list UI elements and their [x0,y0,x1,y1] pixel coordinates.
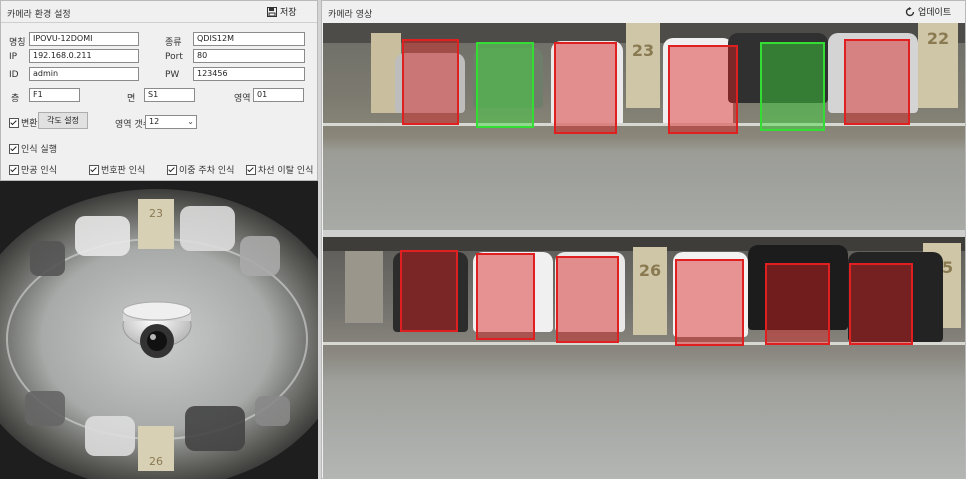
camera-video-panel: 카메라 영상 업데이트 23 22 26 25 [321,0,966,479]
convert-label: 변환 [21,119,38,129]
plate-recognition-checkbox[interactable]: 번호판 인식 [89,163,145,176]
parking-slot-occupied [844,39,910,125]
parking-slot-occupied [476,253,535,340]
settings-title: 카메라 환경 설정 [7,10,71,20]
checkbox-box [9,164,19,175]
settings-divider [1,22,317,23]
parking-slot-occupied [675,259,744,346]
chevron-down-icon: ⌄ [187,117,194,126]
recognition-run-label: 인식 실행 [21,145,57,155]
checkbox-box [9,143,19,154]
checkbox-box [246,164,256,175]
floor-label: 층 [11,94,20,104]
floor-field[interactable]: F1 [29,88,80,102]
update-label: 업데이트 [918,8,952,18]
save-icon [267,6,277,17]
pillar-26: 26 [633,247,667,335]
id-field[interactable]: admin [29,67,139,81]
pillar-23: 23 [626,23,660,108]
side-field[interactable]: S1 [144,88,195,102]
video-bottom-view: 26 25 [323,237,965,479]
checkbox-box [167,164,177,175]
side-label: 면 [127,94,136,104]
view-divider [323,230,965,237]
update-button[interactable]: 업데이트 [905,5,951,18]
double-parking-checkbox[interactable]: 이중 주차 인식 [167,163,234,176]
parking-slot-free [476,42,534,128]
ip-field[interactable]: 192.168.0.211 [29,49,139,63]
area-count-value: 12 [149,117,160,126]
parking-slot-occupied [554,42,617,134]
video-title: 카메라 영상 [328,10,373,20]
lane-departure-checkbox[interactable]: 차선 이탈 인식 [246,163,313,176]
parking-slot-occupied [402,39,459,125]
convert-checkbox[interactable]: 변환 [9,116,38,129]
option-label: 이중 주차 인식 [179,166,235,176]
ip-label: IP [9,52,18,62]
name-label: 명칭 [9,38,26,48]
id-label: ID [9,70,19,80]
parking-slot-occupied [765,263,830,345]
camera-settings-panel: 카메라 환경 설정 저장 명칭 IPOVU-12DOMI 종류 QDIS12M … [0,0,318,181]
type-field[interactable]: QDIS12M [193,32,305,46]
save-label: 저장 [280,8,297,18]
parking-slot-occupied [668,45,738,134]
fisheye-view: 23 26 [0,181,318,479]
checkbox-box [89,164,99,175]
port-field[interactable]: 80 [193,49,305,63]
option-label: 만공 인식 [21,166,57,176]
fisheye-pillar-top: 23 [149,207,163,220]
area-label: 영역 [234,94,251,104]
port-label: Port [165,52,183,62]
fisheye-image: 23 26 [0,181,318,479]
recognition-run-checkbox[interactable]: 인식 실행 [9,142,57,155]
option-label: 차선 이탈 인식 [258,166,314,176]
area-count-select[interactable]: 12 ⌄ [145,115,197,129]
pillar [345,251,383,323]
pw-label: PW [165,70,180,80]
angle-setting-button[interactable]: 각도 설정 [38,112,88,129]
fisheye-pillar-bottom: 26 [149,455,163,468]
refresh-icon [905,6,915,16]
parking-slot-occupied [400,250,458,332]
parking-slot-occupied [556,256,619,343]
pw-field[interactable]: 123456 [193,67,305,81]
video-top-view: 23 22 [323,23,965,230]
save-button[interactable]: 저장 [267,5,297,18]
parking-slot-occupied [849,263,913,345]
area-field[interactable]: 01 [253,88,304,102]
full-recognition-checkbox[interactable]: 만공 인식 [9,163,57,176]
parking-slot-free [760,42,825,131]
option-label: 번호판 인식 [101,166,146,176]
type-label: 종류 [165,38,182,48]
name-field[interactable]: IPOVU-12DOMI [29,32,139,46]
checkbox-box [9,117,19,128]
pillar-22: 22 [918,23,958,108]
